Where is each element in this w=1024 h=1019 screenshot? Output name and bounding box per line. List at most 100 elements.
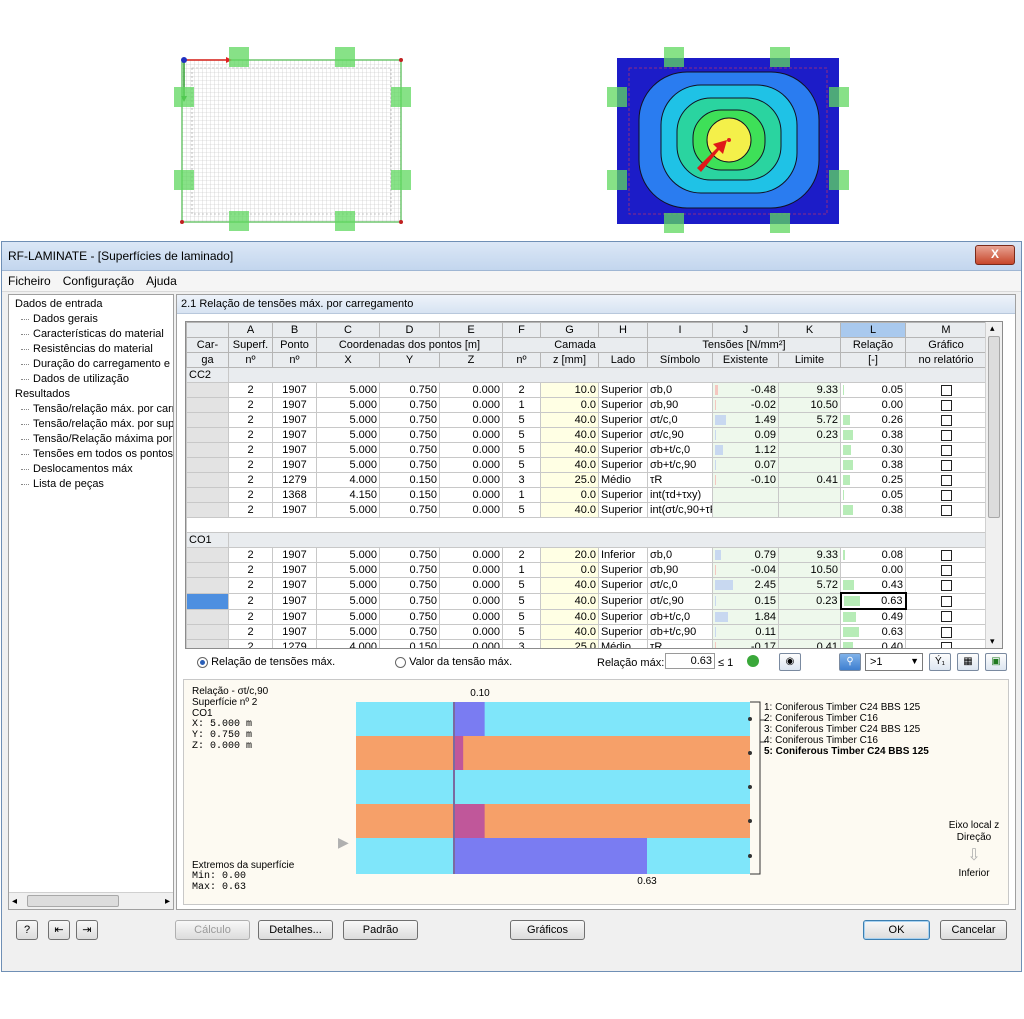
table-row[interactable]: 2 1907 5.000 0.750 0.000 1 0.0 Superior σb,90 -0.… (186, 562, 987, 578)
table-row[interactable]: 2 1907 5.000 0.750 0.000 5 40.0 Superior σb+t/c,… (186, 457, 987, 473)
report-graphic-checkbox[interactable] (940, 489, 952, 501)
help-button[interactable]: ? (16, 920, 38, 940)
nav-item-caracteristicas-material[interactable]: Características do material (9, 327, 173, 342)
nav-item-tensoes-todos-pontos[interactable]: Tensões em todos os pontos (9, 447, 173, 462)
cell-lado: Superior (598, 577, 648, 594)
table-scroll-thumb[interactable] (988, 336, 1000, 518)
nav-item-dados-gerais[interactable]: Dados gerais (9, 312, 173, 327)
nav-horizontal-scrollbar[interactable]: ◂ ▸ (9, 892, 173, 909)
nav-item-dados-utilizacao[interactable]: Dados de utilização (9, 372, 173, 387)
nav-item-tensao-superficie[interactable]: Tensão/relação máx. por super (9, 417, 173, 432)
scroll-up-icon[interactable]: ▴ (990, 323, 995, 334)
table-row[interactable]: 2 1279 4.000 0.150 0.000 3 25.0 Médio τR -0.10 0.4… (186, 472, 987, 488)
table-row[interactable]: 2 1907 5.000 0.750 0.000 5 40.0 Superior σt/c,0 1… (186, 412, 987, 428)
report-graphic-checkbox[interactable] (940, 579, 952, 591)
menu-ficheiro[interactable]: Ficheiro (2, 271, 57, 291)
report-graphic-checkbox[interactable] (940, 626, 952, 638)
cell-superf: 2 (228, 502, 273, 518)
scroll-left-icon[interactable]: ◂ (12, 894, 17, 909)
row-header[interactable] (186, 577, 229, 594)
report-graphic-checkbox[interactable] (940, 474, 952, 486)
nav-results-header[interactable]: Resultados (9, 387, 173, 402)
row-header[interactable] (186, 639, 229, 648)
row-header[interactable] (186, 592, 229, 610)
export-button[interactable]: ⇥ (76, 920, 98, 940)
title-bar: RF-LAMINATE - [Superfícies de laminado] … (2, 242, 1021, 271)
radio-max-ratio-dot[interactable] (197, 656, 208, 668)
cell-y: 0.750 (379, 457, 440, 473)
table-vertical-scrollbar[interactable]: ▴ ▾ (985, 322, 1002, 648)
default-button[interactable]: Padrão (343, 920, 418, 940)
row-header[interactable] (186, 472, 229, 488)
import-button[interactable]: ⇤ (48, 920, 70, 940)
scroll-right-icon[interactable]: ▸ (165, 894, 170, 909)
row-header[interactable] (186, 547, 229, 563)
nav-item-tensao-carregamento[interactable]: Tensão/relação máx. por carre (9, 402, 173, 417)
calc-button[interactable]: Cálculo (175, 920, 250, 940)
row-header[interactable] (186, 412, 229, 428)
radio-max-ratio[interactable]: Relação de tensões máx. (197, 656, 335, 668)
graphics-button[interactable]: Gráficos (510, 920, 585, 940)
table-row[interactable]: 2 1907 5.000 0.750 0.000 5 40.0 Superior σt/c,0 2… (186, 577, 987, 594)
nav-input-data-header[interactable]: Dados de entrada (9, 297, 173, 312)
radio-max-stress[interactable]: Valor da tensão máx. (395, 656, 512, 668)
row-header[interactable] (186, 457, 229, 473)
existente-value: 0.11 (755, 626, 776, 638)
report-graphic-checkbox[interactable] (940, 414, 952, 426)
row-header[interactable] (186, 487, 229, 503)
close-button[interactable]: X (975, 245, 1015, 265)
row-header[interactable] (186, 562, 229, 578)
report-graphic-checkbox[interactable] (940, 641, 952, 648)
report-graphic-checkbox[interactable] (940, 611, 952, 623)
row-header[interactable] (186, 427, 229, 443)
nav-item-deslocamentos[interactable]: Deslocamentos máx (9, 462, 173, 477)
table-row[interactable]: 2 1907 5.000 0.750 0.000 5 40.0 Superior σb+t/c,… (186, 624, 987, 640)
table-row[interactable]: 2 1279 4.000 0.150 0.000 3 25.0 Médio τR -0.17 0.4… (186, 639, 987, 648)
row-header[interactable] (186, 502, 229, 518)
table-row[interactable]: 2 1907 5.000 0.750 0.000 5 40.0 Superior σt/c,90… (186, 592, 987, 610)
axis-title-2: Direção (956, 832, 992, 843)
table-row[interactable]: 2 1907 5.000 0.750 0.000 5 40.0 Superior σt/c,90… (186, 427, 987, 443)
details-button[interactable]: Detalhes... (258, 920, 333, 940)
table-row[interactable]: 2 1907 5.000 0.750 0.000 2 10.0 Superior σb,0 -0.… (186, 382, 987, 398)
menu-ajuda[interactable]: Ajuda (140, 271, 183, 291)
report-graphic-checkbox[interactable] (940, 429, 952, 441)
report-graphic-checkbox[interactable] (940, 384, 952, 396)
table-row[interactable]: 2 1907 5.000 0.750 0.000 2 20.0 Inferior σb,0 0.7… (186, 547, 987, 563)
filter-button[interactable]: ⚲ (839, 653, 861, 671)
filter-select[interactable]: >1 ▼ (865, 653, 923, 671)
report-graphic-checkbox[interactable] (940, 595, 952, 607)
cell-superf: 2 (228, 427, 273, 443)
table-row[interactable]: 2 1368 4.150 0.150 0.000 1 0.0 Superior int(τd+τ… (186, 487, 987, 503)
view-eye-button[interactable]: ◉ (779, 653, 801, 671)
nav-item-duracao-carregamento[interactable]: Duração do carregamento e cla (9, 357, 173, 372)
table-row[interactable]: 2 1907 5.000 0.750 0.000 5 40.0 Superior σb+t/c,… (186, 608, 987, 625)
report-graphic-checkbox[interactable] (940, 444, 952, 456)
menu-configuracao[interactable]: Configuração (57, 271, 140, 291)
report-graphic-checkbox[interactable] (940, 504, 952, 516)
nav-item-lista-pecas[interactable]: Lista de peças (9, 477, 173, 492)
table-row[interactable]: 2 1907 5.000 0.750 0.000 1 0.0 Superior σb,90 -0.… (186, 397, 987, 413)
export-excel-button[interactable]: ▣ (985, 653, 1007, 671)
nav-item-resistencias-material[interactable]: Resistências do material (9, 342, 173, 357)
table-row[interactable]: 2 1907 5.000 0.750 0.000 5 40.0 Superior σb+t/c,… (186, 442, 987, 458)
report-graphic-checkbox[interactable] (940, 399, 952, 411)
nav-item-tensao-combinacao[interactable]: Tensão/Relação máxima por co (9, 432, 173, 447)
report-graphic-checkbox[interactable] (940, 564, 952, 576)
row-header[interactable] (186, 397, 229, 413)
cancel-button[interactable]: Cancelar (940, 920, 1007, 940)
table-settings-button[interactable]: ▦ (957, 653, 979, 671)
table-row[interactable]: 2 1907 5.000 0.750 0.000 5 40.0 Superior int(σt/… (186, 502, 987, 518)
radio-max-stress-dot[interactable] (395, 656, 406, 668)
row-header[interactable] (186, 624, 229, 640)
report-graphic-checkbox[interactable] (940, 549, 952, 561)
report-graphic-checkbox[interactable] (940, 459, 952, 471)
y1-button[interactable]: Ý₁ (929, 653, 951, 671)
row-header[interactable] (186, 382, 229, 398)
scroll-down-icon[interactable]: ▾ (990, 636, 995, 647)
ok-button[interactable]: OK (863, 920, 930, 940)
scroll-thumb[interactable] (27, 895, 119, 907)
row-header[interactable] (186, 608, 229, 625)
cell-zmm: 40.0 (540, 624, 599, 640)
row-header[interactable] (186, 442, 229, 458)
